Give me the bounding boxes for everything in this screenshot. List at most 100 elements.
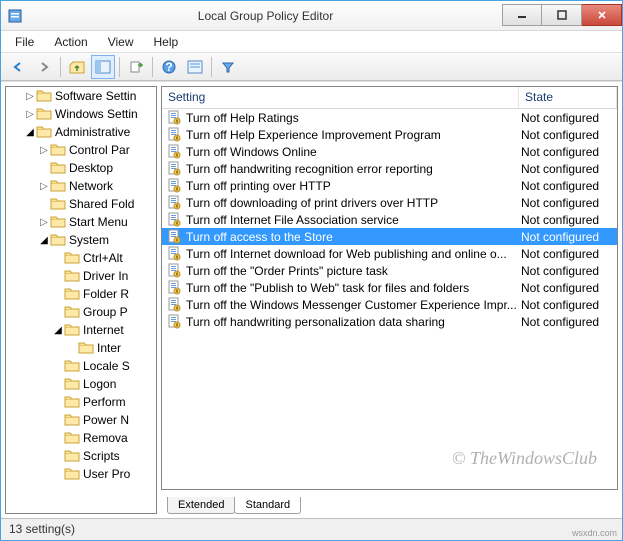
column-setting[interactable]: Setting: [162, 87, 519, 108]
filter-button[interactable]: [216, 55, 240, 79]
help-button[interactable]: ?: [157, 55, 181, 79]
tree-label: Administrative: [55, 125, 130, 139]
folder-icon: [64, 251, 80, 265]
tree-node[interactable]: ◢Internet: [6, 321, 156, 339]
menu-file[interactable]: File: [5, 33, 44, 51]
setting-row[interactable]: Turn off handwriting personalization dat…: [162, 313, 617, 330]
tree-node[interactable]: Desktop: [6, 159, 156, 177]
setting-row[interactable]: Turn off handwriting recognition error r…: [162, 160, 617, 177]
tree-node[interactable]: ▷ Control Par: [6, 141, 156, 159]
setting-name: Turn off handwriting personalization dat…: [186, 315, 521, 329]
tree-label: Desktop: [69, 161, 113, 175]
close-button[interactable]: [582, 4, 622, 26]
properties-button[interactable]: [183, 55, 207, 79]
setting-name: Turn off access to the Store: [186, 230, 521, 244]
setting-row[interactable]: Turn off Internet download for Web publi…: [162, 245, 617, 262]
export-button[interactable]: [124, 55, 148, 79]
tree-node[interactable]: Locale S: [6, 357, 156, 375]
setting-row[interactable]: Turn off access to the StoreNot configur…: [162, 228, 617, 245]
setting-name: Turn off Help Experience Improvement Pro…: [186, 128, 521, 142]
setting-row[interactable]: Turn off printing over HTTPNot configure…: [162, 177, 617, 194]
policy-icon: [166, 195, 182, 211]
tree-node[interactable]: ◢System: [6, 231, 156, 249]
tree-node[interactable]: Logon: [6, 375, 156, 393]
toolbar-separator: [211, 57, 212, 77]
setting-name: Turn off the "Order Prints" picture task: [186, 264, 521, 278]
maximize-button[interactable]: [542, 4, 582, 26]
policy-icon: [166, 161, 182, 177]
setting-row[interactable]: Turn off Help Experience Improvement Pro…: [162, 126, 617, 143]
menu-action[interactable]: Action: [44, 33, 97, 51]
forward-button[interactable]: [32, 55, 56, 79]
expand-icon[interactable]: ▷: [38, 181, 50, 192]
titlebar[interactable]: Local Group Policy Editor: [1, 1, 622, 31]
folder-icon: [50, 143, 66, 157]
folder-icon: [50, 179, 66, 193]
tree-node[interactable]: Power N: [6, 411, 156, 429]
tree-node[interactable]: Ctrl+Alt: [6, 249, 156, 267]
collapse-icon[interactable]: ◢: [24, 127, 36, 138]
setting-row[interactable]: Turn off the "Order Prints" picture task…: [162, 262, 617, 279]
tree-node[interactable]: ▷ Windows Settin: [6, 105, 156, 123]
tree-label: Windows Settin: [55, 107, 138, 121]
expand-icon[interactable]: ▷: [38, 217, 50, 228]
menu-view[interactable]: View: [98, 33, 144, 51]
tree-node[interactable]: Inter: [6, 339, 156, 357]
folder-icon: [50, 197, 66, 211]
setting-name: Turn off Internet download for Web publi…: [186, 247, 521, 261]
tree-node[interactable]: Driver In: [6, 267, 156, 285]
expand-icon[interactable]: ▷: [24, 109, 36, 120]
tree-node[interactable]: Group P: [6, 303, 156, 321]
window-buttons: [502, 5, 622, 26]
setting-row[interactable]: Turn off Windows OnlineNot configured: [162, 143, 617, 160]
tree-label: Software Settin: [55, 89, 136, 103]
settings-list[interactable]: Setting State Turn off Help RatingsNot c…: [161, 86, 618, 490]
setting-state: Not configured: [521, 247, 617, 261]
folder-icon: [78, 341, 94, 355]
setting-state: Not configured: [521, 298, 617, 312]
setting-row[interactable]: Turn off the "Publish to Web" task for f…: [162, 279, 617, 296]
tree-node[interactable]: ▷ Software Settin: [6, 87, 156, 105]
folder-icon: [50, 233, 66, 247]
folder-icon: [64, 413, 80, 427]
up-button[interactable]: [65, 55, 89, 79]
show-hide-tree-button[interactable]: [91, 55, 115, 79]
column-headers[interactable]: Setting State: [162, 87, 617, 109]
tree-node[interactable]: ▷Start Menu: [6, 213, 156, 231]
folder-icon: [50, 161, 66, 175]
tree-node[interactable]: Scripts: [6, 447, 156, 465]
setting-name: Turn off the "Publish to Web" task for f…: [186, 281, 521, 295]
tree-label: Control Par: [69, 143, 130, 157]
tree-node[interactable]: User Pro: [6, 465, 156, 483]
tree-node[interactable]: ◢ Administrative: [6, 123, 156, 141]
setting-state: Not configured: [521, 162, 617, 176]
tree-node[interactable]: Perform: [6, 393, 156, 411]
tree-node[interactable]: ▷Network: [6, 177, 156, 195]
app-icon: [7, 8, 23, 24]
collapse-icon[interactable]: ◢: [52, 325, 64, 336]
policy-icon: [166, 297, 182, 313]
setting-row[interactable]: Turn off Internet File Association servi…: [162, 211, 617, 228]
setting-row[interactable]: Turn off downloading of print drivers ov…: [162, 194, 617, 211]
minimize-button[interactable]: [502, 4, 542, 26]
setting-state: Not configured: [521, 196, 617, 210]
tree-node[interactable]: Shared Fold: [6, 195, 156, 213]
setting-name: Turn off Help Ratings: [186, 111, 521, 125]
menu-help[interactable]: Help: [144, 33, 189, 51]
tab-extended[interactable]: Extended: [167, 497, 235, 514]
back-button[interactable]: [6, 55, 30, 79]
expand-icon[interactable]: ▷: [38, 145, 50, 156]
tree-node[interactable]: Folder R: [6, 285, 156, 303]
collapse-icon[interactable]: ◢: [38, 235, 50, 246]
tab-standard[interactable]: Standard: [234, 497, 301, 514]
column-state[interactable]: State: [519, 87, 617, 108]
policy-icon: [166, 263, 182, 279]
tree-node[interactable]: Remova: [6, 429, 156, 447]
folder-icon: [64, 287, 80, 301]
folder-icon: [64, 431, 80, 445]
tree-pane[interactable]: ▷ Software Settin ▷ Windows Settin ◢ Administ…: [5, 86, 157, 514]
setting-row[interactable]: Turn off Help RatingsNot configured: [162, 109, 617, 126]
setting-state: Not configured: [521, 111, 617, 125]
setting-row[interactable]: Turn off the Windows Messenger Customer …: [162, 296, 617, 313]
expand-icon[interactable]: ▷: [24, 91, 36, 102]
